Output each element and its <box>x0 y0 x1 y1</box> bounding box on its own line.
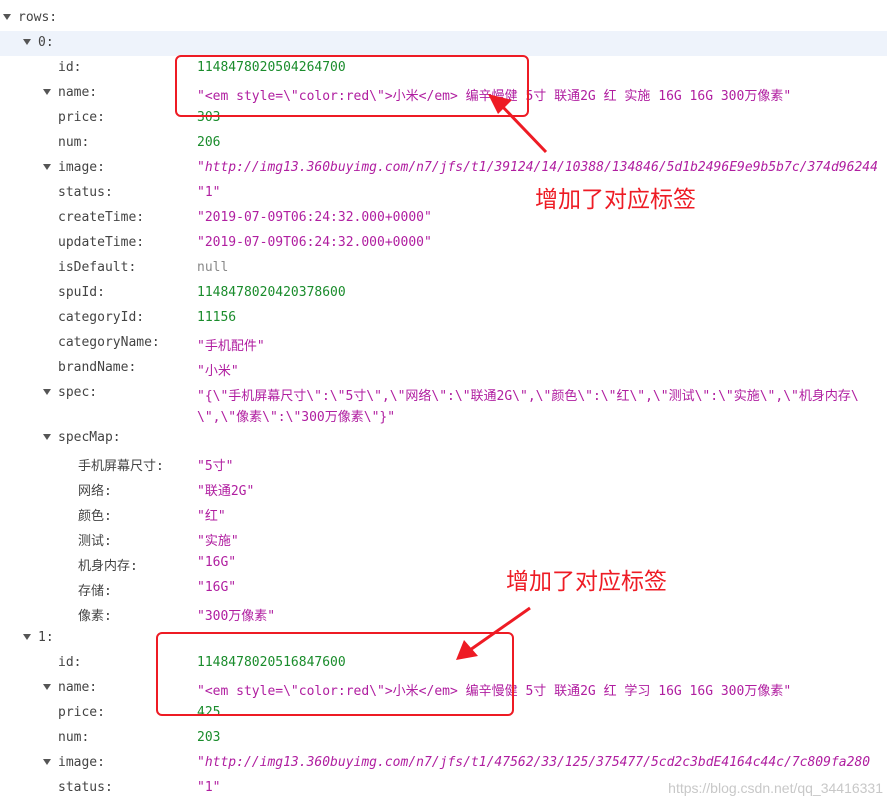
annotation-arrow-2 <box>456 606 531 660</box>
annotation-arrow-1 <box>488 94 548 154</box>
watermark: https://blog.csdn.net/qq_34416331 <box>668 780 883 796</box>
annotation-arrows <box>456 94 548 660</box>
